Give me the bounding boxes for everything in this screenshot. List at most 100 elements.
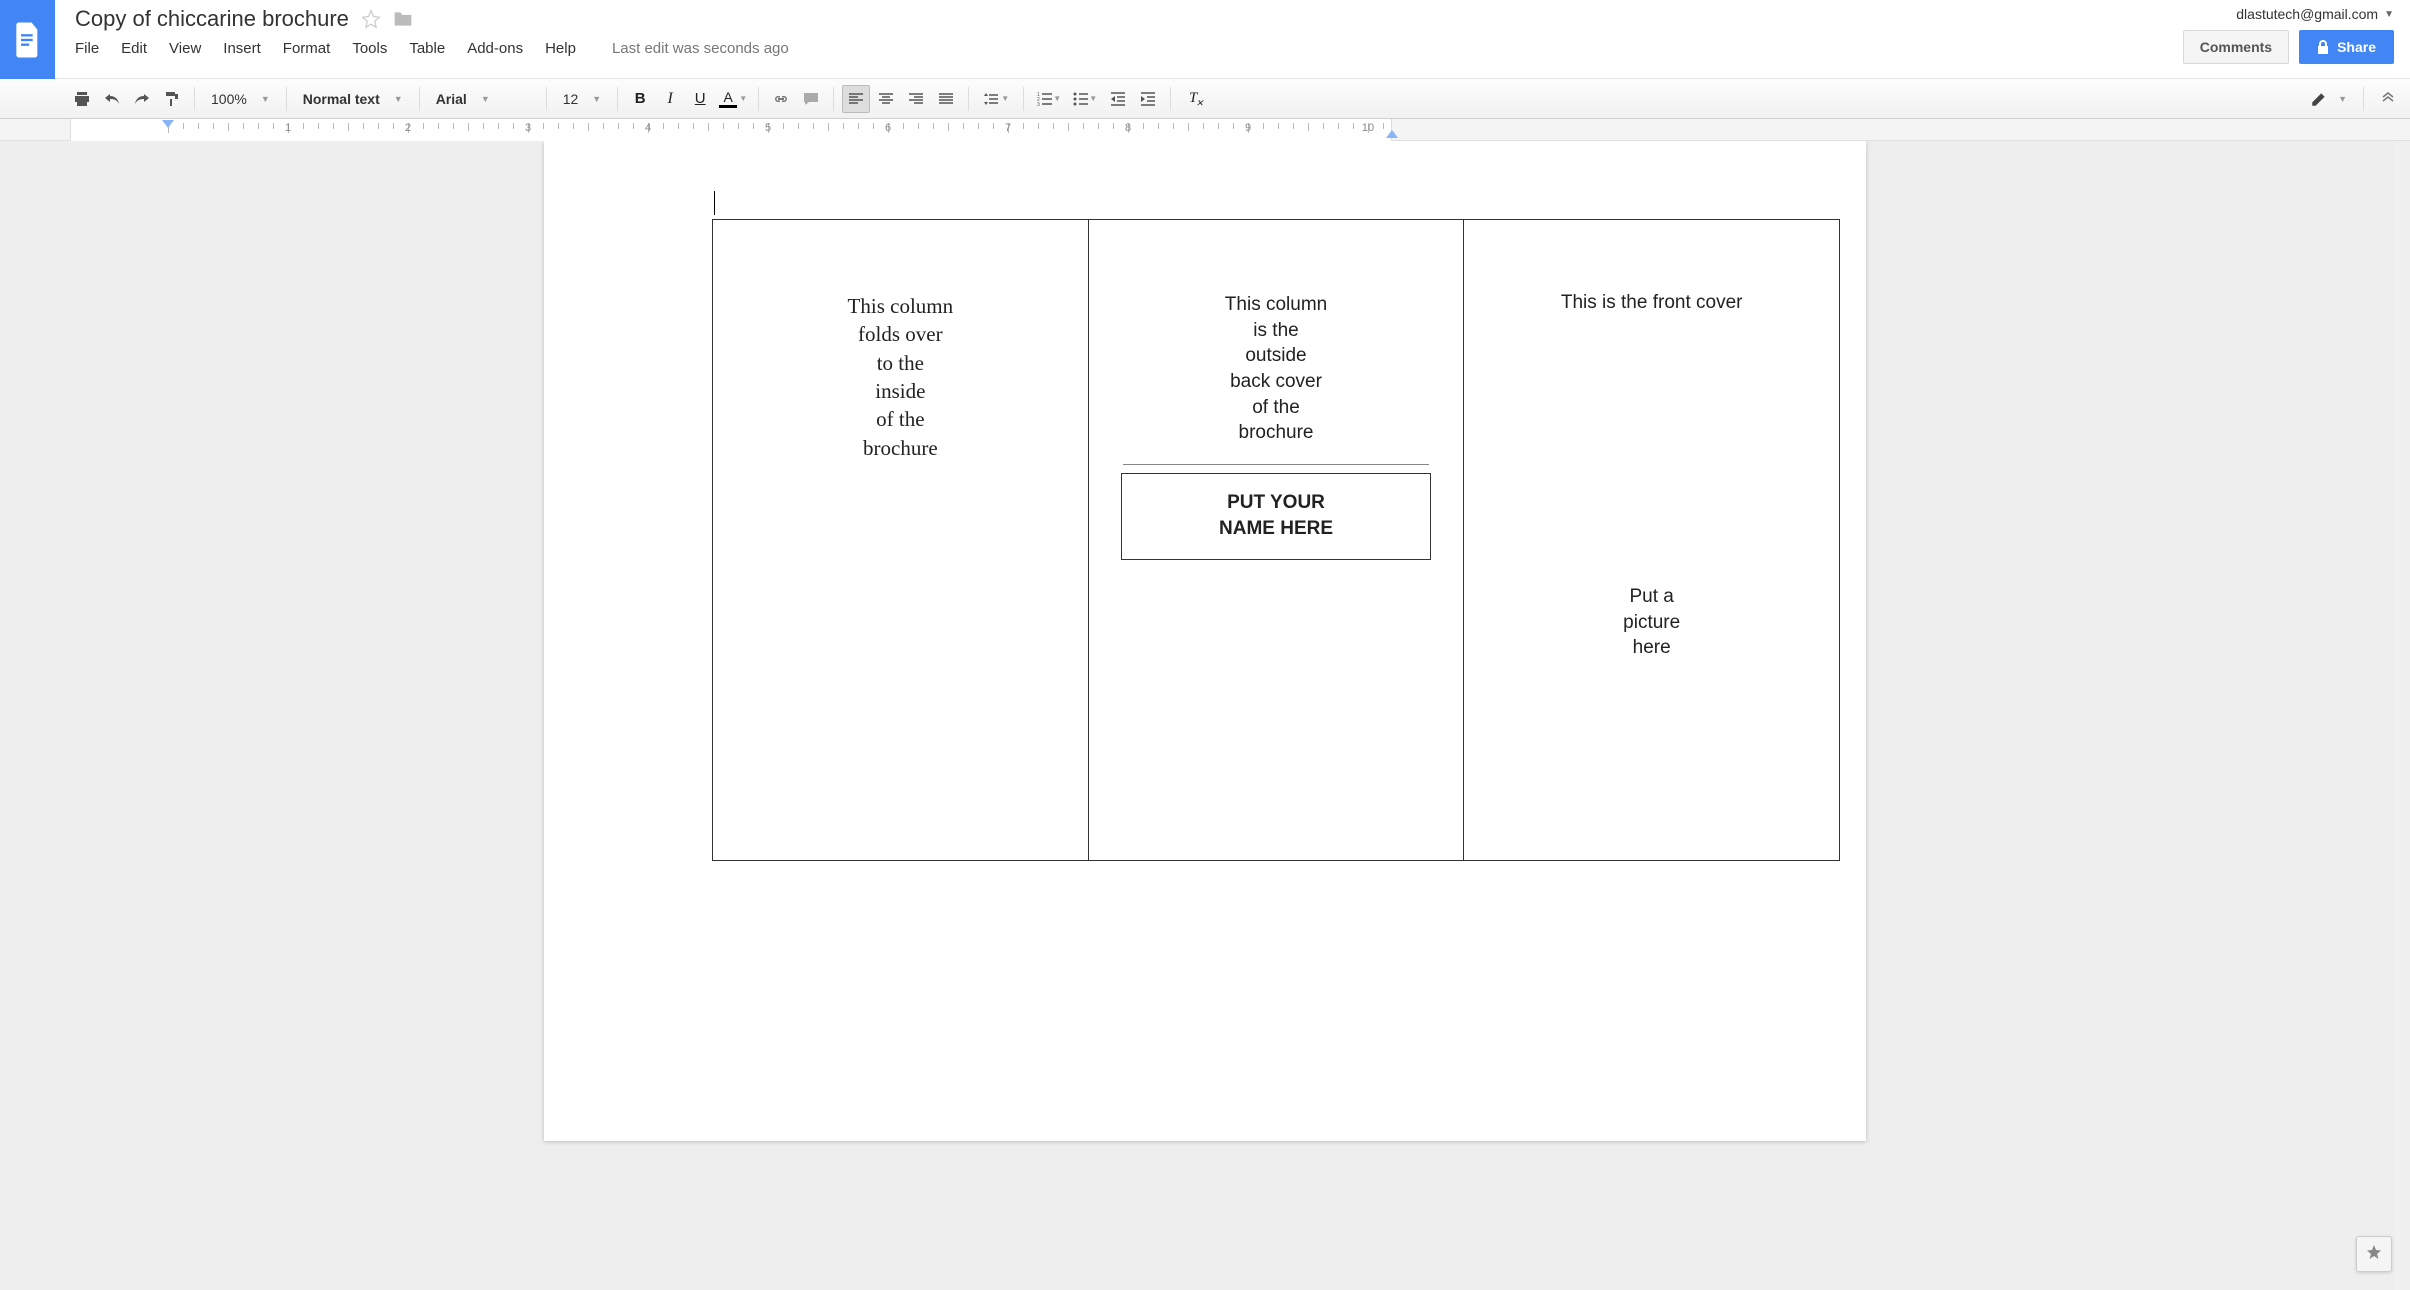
ruler[interactable]: 12345678910 — [0, 119, 2410, 141]
star-icon[interactable] — [361, 9, 381, 29]
menu-edit[interactable]: Edit — [121, 40, 147, 57]
col2-text[interactable]: This column is the outside back cover of… — [1117, 292, 1436, 446]
app-header: Copy of chiccarine brochure File Edit Vi… — [0, 0, 2410, 79]
redo-button[interactable] — [128, 85, 156, 113]
separator — [968, 87, 969, 111]
menu-table[interactable]: Table — [409, 40, 445, 57]
svg-text:3: 3 — [1037, 102, 1040, 107]
align-right-button[interactable] — [902, 85, 930, 113]
docs-logo[interactable] — [0, 0, 55, 79]
align-left-icon — [848, 91, 864, 107]
align-justify-icon — [938, 91, 954, 107]
menu-addons[interactable]: Add-ons — [467, 40, 523, 57]
redo-icon — [134, 91, 150, 107]
separator — [546, 87, 547, 111]
name-box[interactable]: PUT YOUR NAME HERE — [1121, 473, 1432, 560]
bold-button[interactable]: B — [626, 85, 654, 113]
table-cell-2[interactable]: This column is the outside back cover of… — [1089, 220, 1465, 860]
underline-icon: U — [695, 90, 706, 107]
separator — [1023, 87, 1024, 111]
account-menu[interactable]: dlastutech@gmail.com ▼ — [2236, 6, 2394, 22]
zoom-dropdown[interactable]: 100%▼ — [203, 85, 278, 113]
menu-view[interactable]: View — [169, 40, 201, 57]
clear-formatting-button[interactable]: T✕ — [1179, 85, 1207, 113]
menu-format[interactable]: Format — [283, 40, 331, 57]
bulleted-list-button[interactable]: ▼ — [1068, 85, 1102, 113]
explore-icon — [2364, 1244, 2384, 1264]
style-dropdown[interactable]: Normal text▼ — [295, 85, 411, 113]
share-label: Share — [2337, 39, 2376, 55]
font-size-dropdown[interactable]: 12▼ — [555, 85, 610, 113]
numbered-list-icon: 123 — [1037, 91, 1053, 107]
text-cursor — [714, 191, 715, 215]
align-center-button[interactable] — [872, 85, 900, 113]
col3-picture-text[interactable]: Put a picture here — [1492, 584, 1811, 661]
user-email-label: dlastutech@gmail.com — [2236, 6, 2378, 22]
comment-icon — [803, 91, 819, 107]
separator — [286, 87, 287, 111]
undo-button[interactable] — [98, 85, 126, 113]
separator — [617, 87, 618, 111]
bulleted-list-icon — [1073, 91, 1089, 107]
scrollbar[interactable] — [2394, 141, 2410, 1290]
menu-help[interactable]: Help — [545, 40, 576, 57]
separator — [758, 87, 759, 111]
separator — [1170, 87, 1171, 111]
increase-indent-button[interactable] — [1134, 85, 1162, 113]
editing-mode-button[interactable]: ▼ — [2304, 90, 2353, 108]
col3-front-text[interactable]: This is the front cover — [1492, 292, 1811, 314]
italic-icon: I — [668, 90, 673, 108]
explore-button[interactable] — [2356, 1236, 2392, 1272]
table-cell-1[interactable]: This column folds over to the inside of … — [713, 220, 1089, 860]
line-spacing-icon — [983, 91, 999, 107]
font-dropdown[interactable]: Arial▼ — [428, 85, 538, 113]
bold-icon: B — [635, 90, 646, 107]
text-color-button[interactable]: A▼ — [716, 85, 750, 113]
last-edit-status[interactable]: Last edit was seconds ago — [612, 40, 789, 57]
menu-file[interactable]: File — [75, 40, 99, 57]
insert-link-button[interactable] — [767, 85, 795, 113]
paint-roller-icon — [164, 91, 180, 107]
horizontal-rule — [1123, 464, 1430, 465]
pencil-icon — [2310, 90, 2328, 108]
italic-button[interactable]: I — [656, 85, 684, 113]
clear-formatting-icon: T✕ — [1189, 90, 1197, 107]
undo-icon — [104, 91, 120, 107]
align-justify-button[interactable] — [932, 85, 960, 113]
brochure-table[interactable]: This column folds over to the inside of … — [712, 219, 1840, 861]
separator — [833, 87, 834, 111]
page[interactable]: This column folds over to the inside of … — [544, 141, 1866, 1141]
print-icon — [74, 91, 90, 107]
increase-indent-icon — [1140, 91, 1156, 107]
menu-insert[interactable]: Insert — [223, 40, 261, 57]
separator — [194, 87, 195, 111]
chevron-up-icon — [2380, 91, 2396, 107]
menu-tools[interactable]: Tools — [352, 40, 387, 57]
document-icon — [14, 22, 42, 58]
comments-button[interactable]: Comments — [2183, 30, 2289, 64]
numbered-list-button[interactable]: 123▼ — [1032, 85, 1066, 113]
lock-icon — [2317, 40, 2329, 54]
align-left-button[interactable] — [842, 85, 870, 113]
print-button[interactable] — [68, 85, 96, 113]
document-canvas[interactable]: This column folds over to the inside of … — [0, 141, 2410, 1290]
menu-bar: File Edit View Insert Format Tools Table… — [75, 40, 2171, 57]
insert-comment-button[interactable] — [797, 85, 825, 113]
document-title[interactable]: Copy of chiccarine brochure — [75, 6, 349, 32]
table-cell-3[interactable]: This is the front cover Put a picture he… — [1464, 220, 1839, 860]
decrease-indent-button[interactable] — [1104, 85, 1132, 113]
align-right-icon — [908, 91, 924, 107]
collapse-toolbar-button[interactable] — [2374, 85, 2402, 113]
folder-icon[interactable] — [393, 10, 413, 28]
share-button[interactable]: Share — [2299, 30, 2394, 64]
decrease-indent-icon — [1110, 91, 1126, 107]
toolbar: 100%▼ Normal text▼ Arial▼ 12▼ B I U A▼ ▼… — [0, 79, 2410, 119]
col1-text[interactable]: This column folds over to the inside of … — [741, 292, 1060, 462]
link-icon — [773, 91, 789, 107]
underline-button[interactable]: U — [686, 85, 714, 113]
paint-format-button[interactable] — [158, 85, 186, 113]
chevron-down-icon: ▼ — [2384, 9, 2394, 20]
line-spacing-button[interactable]: ▼ — [977, 85, 1015, 113]
separator — [2363, 87, 2364, 111]
align-center-icon — [878, 91, 894, 107]
